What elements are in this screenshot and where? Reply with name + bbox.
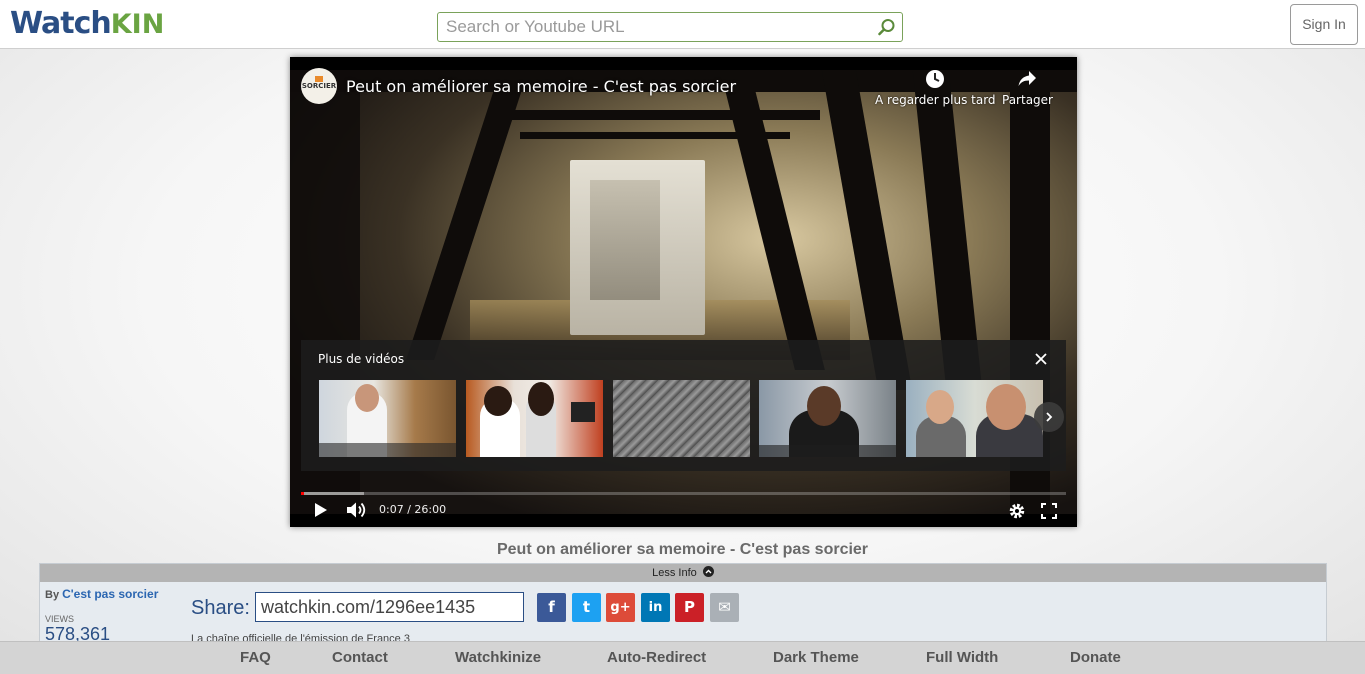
footer-link-faq[interactable]: FAQ bbox=[240, 649, 271, 666]
chevron-right-icon bbox=[1046, 412, 1053, 422]
time-display: 0:07 / 26:00 bbox=[379, 503, 447, 516]
buffered-bar bbox=[301, 492, 364, 495]
footer-link-auto-redirect[interactable]: Auto-Redirect bbox=[607, 649, 706, 666]
channel-link[interactable]: C'est pas sorcier bbox=[62, 587, 158, 601]
channel-byline: By C'est pas sorcier bbox=[45, 587, 158, 601]
next-videos-button[interactable] bbox=[1034, 402, 1064, 432]
fullscreen-icon[interactable] bbox=[1041, 503, 1057, 519]
sign-in-button[interactable]: Sign In bbox=[1290, 4, 1358, 45]
scene-girder bbox=[520, 132, 790, 139]
facebook-share-icon[interactable]: f bbox=[537, 593, 566, 622]
volume-icon[interactable] bbox=[346, 501, 368, 519]
search-input[interactable] bbox=[438, 13, 868, 41]
email-share-icon[interactable]: ✉ bbox=[710, 593, 739, 622]
video-thumbnail[interactable] bbox=[466, 380, 603, 457]
footer-nav: FAQ Contact Watchkinize Auto-Redirect Da… bbox=[0, 641, 1365, 674]
top-header: WatchKIN Sign In bbox=[0, 0, 1365, 49]
clock-icon bbox=[926, 70, 945, 88]
video-title[interactable]: Peut on améliorer sa memoire - C'est pas… bbox=[346, 77, 736, 96]
watchkin-logo[interactable]: WatchKIN bbox=[10, 6, 164, 41]
video-player[interactable]: SORCIER Peut on améliorer sa memoire - C… bbox=[290, 57, 1077, 527]
footer-link-donate[interactable]: Donate bbox=[1070, 649, 1121, 666]
channel-logo-text: SORCIER bbox=[301, 82, 337, 90]
by-label: By bbox=[45, 589, 60, 601]
close-icon[interactable] bbox=[1034, 352, 1048, 366]
more-videos-title: Plus de vidéos bbox=[318, 352, 405, 366]
share-button[interactable]: Partager bbox=[1002, 69, 1053, 107]
linkedin-share-icon[interactable]: in bbox=[641, 593, 670, 622]
pinterest-share-icon[interactable]: P bbox=[675, 593, 704, 622]
search-icon[interactable] bbox=[878, 18, 896, 36]
share-label: Partager bbox=[1002, 93, 1053, 107]
watch-later-label: A regarder plus tard bbox=[875, 93, 996, 107]
more-videos-panel: Plus de vidéos bbox=[301, 340, 1066, 471]
video-thumbnail[interactable] bbox=[613, 380, 750, 457]
channel-logo[interactable]: SORCIER bbox=[301, 68, 337, 104]
share-url-field[interactable]: watchkin.com/1296ee1435 bbox=[255, 592, 524, 622]
chevron-up-circle-icon bbox=[702, 566, 714, 577]
scene-girder bbox=[490, 110, 820, 120]
search-box bbox=[437, 12, 903, 42]
watch-later-button[interactable]: A regarder plus tard bbox=[875, 69, 996, 107]
google-plus-share-icon[interactable]: g+ bbox=[606, 593, 635, 622]
footer-link-contact[interactable]: Contact bbox=[332, 649, 388, 666]
scene-truck bbox=[590, 180, 660, 300]
twitter-share-icon[interactable]: t bbox=[572, 593, 601, 622]
settings-gear-icon[interactable] bbox=[1008, 502, 1026, 520]
footer-link-dark-theme[interactable]: Dark Theme bbox=[773, 649, 859, 666]
play-icon[interactable] bbox=[314, 502, 328, 518]
views-label: VIEWS bbox=[45, 614, 75, 624]
logo-main-text: Watch bbox=[10, 6, 112, 41]
page-title: Peut on améliorer sa memoire - C'est pas… bbox=[496, 541, 869, 558]
played-bar bbox=[301, 492, 304, 495]
video-info-panel: Less Info By C'est pas sorcier VIEWS 578… bbox=[39, 563, 1327, 645]
share-label: Share: bbox=[191, 597, 250, 619]
share-arrow-icon bbox=[1018, 71, 1037, 86]
video-thumbnail[interactable] bbox=[759, 380, 896, 457]
logo-accent-text: KIN bbox=[110, 9, 165, 40]
less-info-label: Less Info bbox=[652, 567, 697, 579]
video-thumbnail[interactable] bbox=[319, 380, 456, 457]
footer-link-full-width[interactable]: Full Width bbox=[926, 649, 998, 666]
progress-bar[interactable] bbox=[301, 492, 1066, 495]
video-thumbnail[interactable] bbox=[906, 380, 1043, 457]
footer-link-watchkinize[interactable]: Watchkinize bbox=[455, 649, 541, 666]
less-info-toggle[interactable]: Less Info bbox=[40, 564, 1326, 582]
